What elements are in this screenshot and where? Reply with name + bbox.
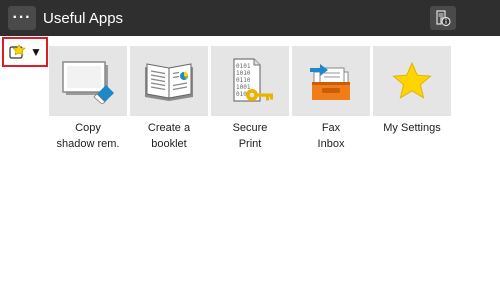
svg-text:0110: 0110 (236, 77, 251, 84)
app-label-fax-inbox: Fax Inbox (317, 122, 345, 150)
app-label-my-settings: My Settings (383, 122, 441, 134)
app-selector-dropdown[interactable]: ▼ (2, 37, 48, 67)
chevron-down-icon: ▼ (30, 45, 42, 59)
app-tile-copy-shadow-removal[interactable] (49, 46, 127, 116)
svg-text:1001: 1001 (236, 84, 251, 91)
more-icon: ··· (12, 9, 32, 26)
app-tile-fax-inbox[interactable] (292, 46, 370, 116)
job-status-button[interactable] (430, 6, 456, 30)
header-bar: ··· Useful Apps (0, 0, 500, 36)
app-label-create-booklet: Create a booklet (147, 122, 191, 150)
app-label-secure-print: Secure Print (232, 122, 268, 150)
booklet-icon (145, 63, 193, 101)
job-status-info-icon (436, 10, 451, 27)
page-title: Useful Apps (43, 10, 124, 27)
menu-button[interactable]: ··· (8, 6, 36, 30)
svg-text:0101: 0101 (236, 63, 251, 70)
svg-text:1010: 1010 (236, 70, 251, 77)
app-tile-create-booklet[interactable] (130, 46, 208, 116)
copy-shadow-removal-icon (62, 61, 114, 104)
fax-inbox-icon (310, 64, 350, 100)
secure-print-icon: 0101 1010 0110 1001 0101 (233, 58, 273, 102)
star-icon (392, 61, 432, 99)
app-selector-icon (9, 44, 26, 59)
app-tile-secure-print[interactable]: 0101 1010 0110 1001 0101 (211, 46, 289, 116)
app-label-copy-shadow-removal: Copy shadow rem. (56, 122, 120, 150)
app-tile-my-settings[interactable] (373, 46, 451, 116)
